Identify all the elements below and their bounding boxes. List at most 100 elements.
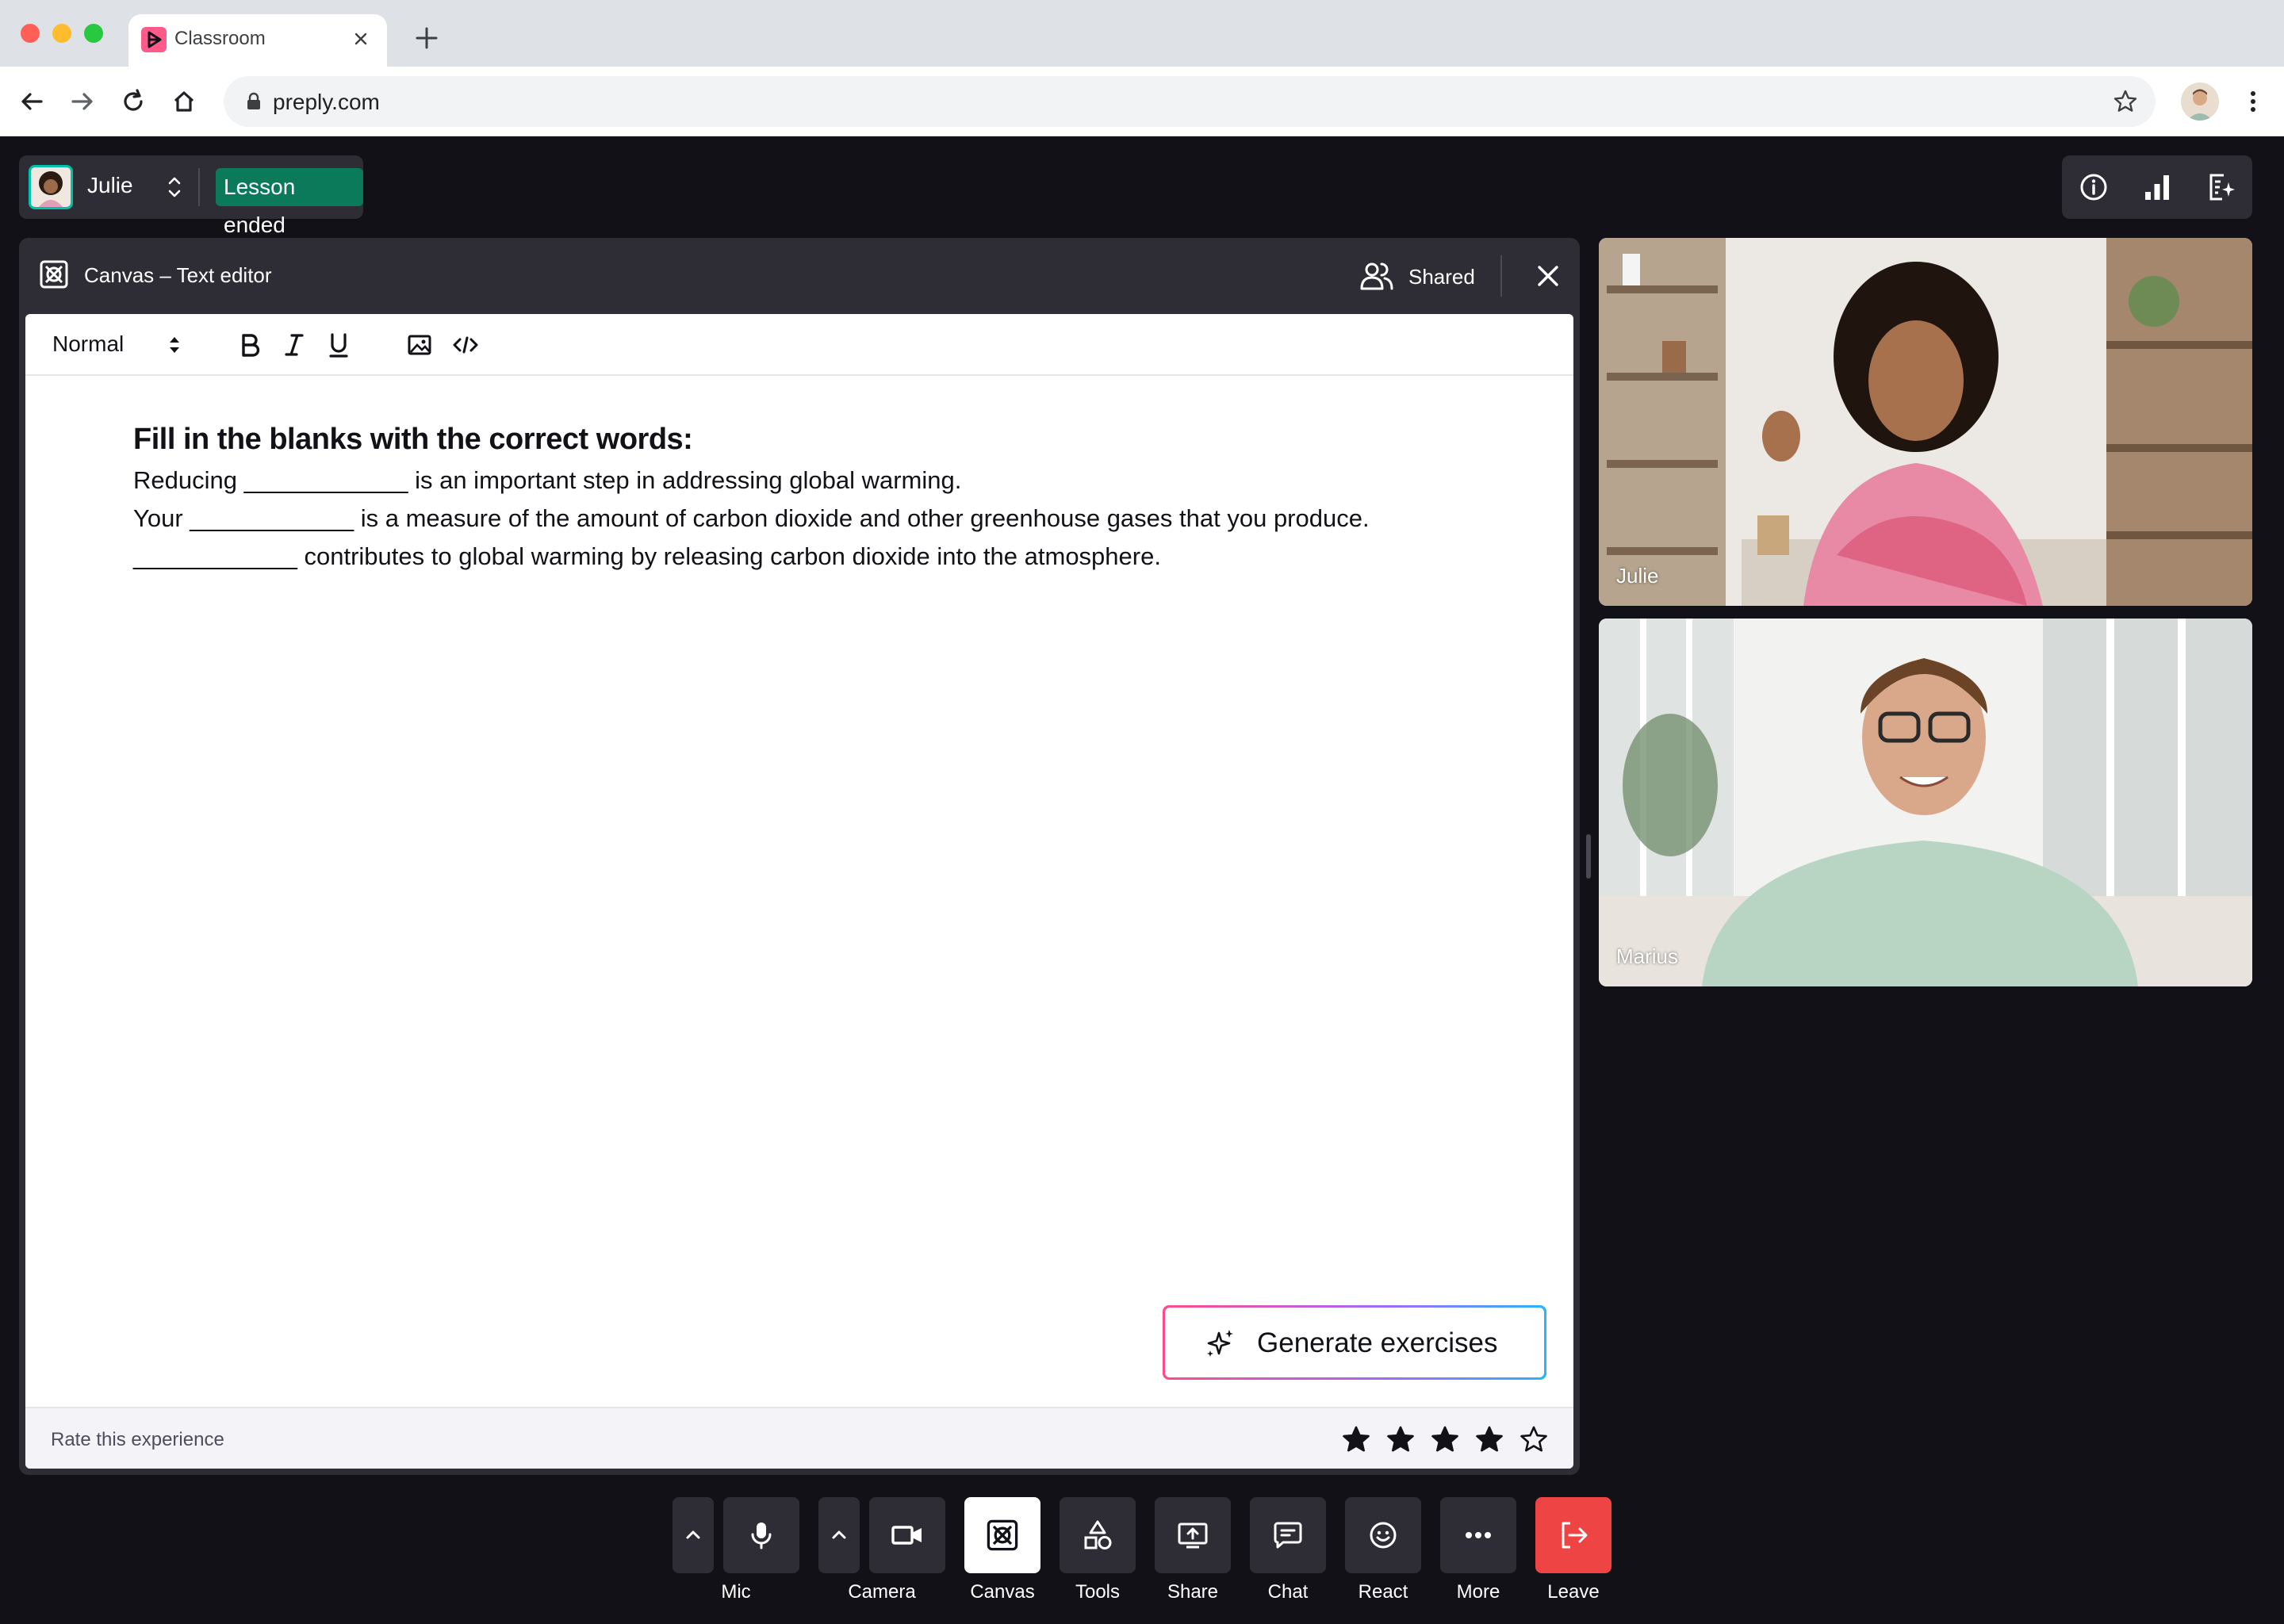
star-filled-icon[interactable] <box>1385 1424 1416 1456</box>
home-icon[interactable] <box>167 84 201 119</box>
video-tile-marius[interactable]: Marius <box>1599 619 2252 986</box>
camera-label: Camera <box>848 1581 916 1603</box>
code-icon[interactable] <box>450 330 481 360</box>
canvas-header: Canvas – Text editor Shared <box>19 238 1580 314</box>
exercise-heading: Fill in the blanks with the correct word… <box>133 423 693 456</box>
forward-arrow-icon[interactable] <box>65 84 100 119</box>
participant-name: Marius <box>1616 944 1679 968</box>
leave-exit-icon <box>1562 1522 1588 1549</box>
mic-button[interactable] <box>723 1497 799 1573</box>
generate-exercises-label: Generate exercises <box>1257 1327 1498 1358</box>
chat-button[interactable] <box>1250 1497 1326 1573</box>
student-avatar <box>29 165 73 209</box>
new-tab-icon[interactable] <box>411 22 443 54</box>
window-minimize-dot[interactable] <box>52 24 71 43</box>
tab-close-icon[interactable] <box>347 25 374 52</box>
react-label: React <box>1358 1581 1408 1603</box>
browser-tab[interactable]: Classroom <box>128 14 387 67</box>
leave-label: Leave <box>1547 1581 1600 1603</box>
text-editor[interactable]: Normal Fill in the blanks with the corre… <box>25 314 1573 1469</box>
info-icon[interactable] <box>2078 171 2110 203</box>
shapes-icon <box>1084 1520 1112 1549</box>
sparkle-icon <box>1207 1330 1233 1357</box>
lesson-status-badge: Lesson ended <box>216 168 363 237</box>
student-name: Julie <box>87 173 133 197</box>
window-close-dot[interactable] <box>21 24 40 43</box>
star-filled-icon[interactable] <box>1429 1424 1461 1456</box>
document-content[interactable]: Fill in the blanks with the correct word… <box>133 417 1497 576</box>
chevron-up-down-icon <box>168 177 181 197</box>
url-text: preply.com <box>273 90 380 114</box>
rating-bar: Rate this experience <box>25 1407 1573 1469</box>
canvas-panel: Canvas – Text editor Shared Normal Fill … <box>19 238 1580 1475</box>
session-actions <box>2062 155 2252 219</box>
stats-bar-chart-icon[interactable] <box>2141 171 2173 203</box>
more-button[interactable] <box>1440 1497 1516 1573</box>
leave-button[interactable] <box>1535 1497 1611 1573</box>
share-label: Share <box>1167 1581 1219 1603</box>
reload-icon[interactable] <box>116 84 151 119</box>
paragraph-style-select[interactable]: Normal <box>52 331 124 357</box>
chevron-up-icon <box>832 1530 846 1539</box>
chat-label: Chat <box>1267 1581 1309 1603</box>
participant-video <box>1599 619 2252 986</box>
canvas-label: Canvas <box>970 1581 1035 1603</box>
tools-button[interactable] <box>1060 1497 1136 1573</box>
divider <box>198 168 200 206</box>
people-icon <box>1360 262 1393 290</box>
profile-avatar[interactable] <box>2181 82 2219 121</box>
shared-button[interactable]: Shared <box>1359 255 1494 297</box>
exercise-line: Your ____________ is a measure of the am… <box>133 504 1370 532</box>
bookmark-star-icon[interactable] <box>2111 87 2140 116</box>
participant-video <box>1599 238 2252 606</box>
panel-resize-handle[interactable] <box>1586 834 1591 879</box>
canvas-icon <box>987 1519 1018 1551</box>
underline-icon[interactable] <box>324 330 354 360</box>
chat-bubble-icon <box>1274 1522 1302 1549</box>
microphone-icon <box>751 1522 772 1549</box>
participant-name: Julie <box>1616 564 1659 588</box>
generate-exercises-button[interactable]: Generate exercises <box>1163 1305 1546 1380</box>
canvas-button[interactable] <box>964 1497 1040 1573</box>
exercise-line: Reducing ____________ is an important st… <box>133 466 962 494</box>
rate-experience-label: Rate this experience <box>51 1429 224 1450</box>
window-maximize-dot[interactable] <box>84 24 103 43</box>
bold-icon[interactable] <box>235 330 265 360</box>
exercise-line: ____________ contributes to global warmi… <box>133 542 1161 570</box>
screen-share-icon <box>1178 1522 1208 1549</box>
address-bar[interactable]: preply.com <box>224 76 2156 127</box>
react-button[interactable] <box>1345 1497 1421 1573</box>
smiley-icon <box>1370 1522 1397 1549</box>
chevron-up-icon <box>686 1530 700 1539</box>
video-camera-icon <box>891 1526 922 1545</box>
camera-button[interactable] <box>869 1497 945 1573</box>
italic-icon[interactable] <box>279 330 309 360</box>
lock-icon <box>247 92 260 109</box>
insert-image-icon[interactable] <box>404 330 435 360</box>
share-button[interactable] <box>1155 1497 1231 1573</box>
tools-label: Tools <box>1075 1581 1121 1603</box>
tab-title: Classroom <box>174 28 266 49</box>
browser-tab-strip: Classroom <box>0 0 2284 67</box>
mic-options-button[interactable] <box>673 1497 714 1573</box>
more-label: More <box>1456 1581 1500 1603</box>
canvas-title: Canvas – Text editor <box>84 263 272 287</box>
star-filled-icon[interactable] <box>1340 1424 1372 1456</box>
browser-menu-icon[interactable] <box>2241 86 2265 117</box>
preply-logo-icon <box>141 27 167 52</box>
mic-label: Mic <box>721 1581 751 1603</box>
formatting-toolbar: Normal <box>25 314 1573 376</box>
video-tile-julie[interactable]: Julie <box>1599 238 2252 606</box>
canvas-icon <box>40 260 68 289</box>
more-dots-icon <box>1466 1532 1491 1538</box>
student-switcher[interactable]: Julie Lesson ended <box>19 155 363 237</box>
star-outline-icon[interactable] <box>1518 1424 1550 1456</box>
close-icon[interactable] <box>1531 259 1565 293</box>
browser-toolbar: preply.com <box>0 67 2284 136</box>
divider <box>1500 255 1502 297</box>
lesson-notes-sparkle-icon[interactable] <box>2205 171 2236 203</box>
star-filled-icon[interactable] <box>1473 1424 1505 1456</box>
back-arrow-icon[interactable] <box>14 84 49 119</box>
camera-options-button[interactable] <box>818 1497 860 1573</box>
shared-label: Shared <box>1408 265 1475 289</box>
